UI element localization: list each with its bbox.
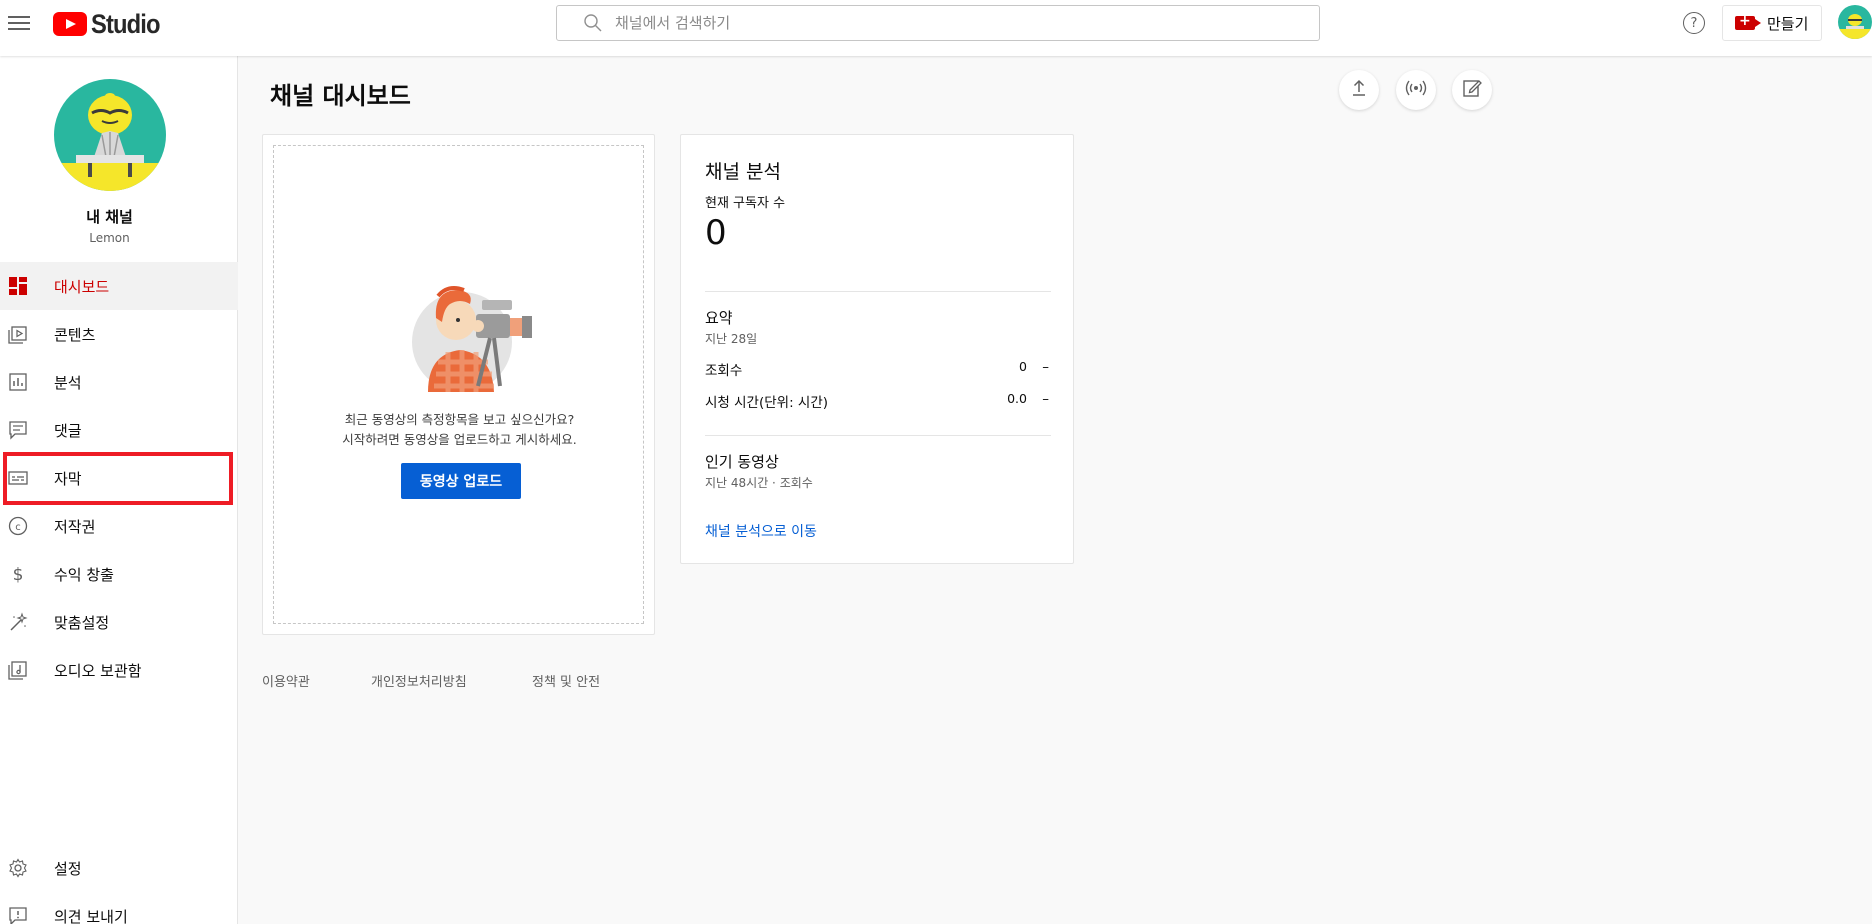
popular-videos-title: 인기 동영상 [705, 453, 779, 471]
create-post-button[interactable] [1452, 70, 1492, 110]
terms-link[interactable]: 이용약관 [262, 671, 310, 690]
channel-avatar[interactable] [54, 79, 166, 191]
summary-period: 지난 28일 [705, 332, 758, 346]
watch-time-trend: – [1042, 391, 1049, 407]
svg-text:$: $ [13, 565, 24, 584]
sidebar-item-label: 자막 [54, 469, 82, 488]
upload-dropzone: 최근 동영상의 측정항목을 보고 싶으신가요? 시작하려면 동영상을 업로드하고… [273, 145, 644, 624]
analytics-title: 채널 분석 [705, 161, 781, 183]
divider [705, 291, 1051, 292]
sidebar-item-settings[interactable]: 설정 [0, 844, 238, 892]
gear-icon [8, 858, 28, 878]
subtitles-icon [8, 468, 28, 488]
content-icon [8, 324, 28, 344]
audio-library-icon [8, 660, 28, 680]
upload-video-cta-button[interactable]: 동영상 업로드 [401, 463, 521, 499]
logo-text: Studio [91, 8, 161, 39]
privacy-link[interactable]: 개인정보처리방침 [371, 671, 467, 690]
go-to-analytics-link[interactable]: 채널 분석으로 이동 [705, 521, 817, 541]
studio-logo[interactable]: Studio [53, 8, 169, 39]
sidebar-item-copyright[interactable]: c 저작권 [0, 502, 238, 550]
channel-name: 내 채널 [86, 208, 133, 226]
sidebar-item-label: 의견 보내기 [54, 907, 128, 924]
sidebar-item-label: 콘텐츠 [54, 325, 96, 344]
account-avatar[interactable] [1838, 5, 1872, 39]
create-video-icon [1735, 13, 1761, 30]
upload-prompt-line2: 시작하려면 동영상을 업로드하고 게시하세요. [342, 432, 577, 447]
sidebar-item-label: 저작권 [54, 517, 96, 536]
views-row: 조회수 0 – [705, 359, 1051, 381]
magic-wand-icon [8, 612, 28, 632]
views-label: 조회수 [705, 363, 743, 379]
edit-icon [1462, 78, 1482, 102]
subscribers-count: 0 [705, 213, 727, 253]
create-button[interactable]: 만들기 [1722, 5, 1822, 41]
sidebar-item-dashboard[interactable]: 대시보드 [0, 262, 238, 310]
dollar-icon: $ [8, 564, 28, 584]
upload-video-button[interactable] [1339, 70, 1379, 110]
menu-icon[interactable] [8, 12, 30, 34]
sidebar-item-feedback[interactable]: 의견 보내기 [0, 892, 238, 924]
subscribers-label: 현재 구독자 수 [705, 196, 786, 211]
divider [705, 435, 1051, 436]
sidebar-item-label: 댓글 [54, 421, 82, 440]
comments-icon [8, 420, 28, 440]
sidebar-item-content[interactable]: 콘텐츠 [0, 310, 238, 358]
search-icon [575, 5, 611, 41]
live-broadcast-icon [1405, 78, 1427, 102]
channel-handle: Lemon [89, 231, 130, 245]
feedback-icon [8, 906, 28, 924]
sidebar-item-label: 대시보드 [54, 277, 110, 296]
upload-prompt-line1: 최근 동영상의 측정항목을 보고 싶으신가요? [344, 412, 575, 427]
page-title: 채널 대시보드 [270, 82, 411, 110]
views-trend: – [1042, 359, 1049, 375]
watch-time-label: 시청 시간(단위: 시간) [705, 395, 829, 411]
sidebar-item-label: 분석 [54, 373, 82, 392]
sidebar-item-label: 설정 [54, 859, 82, 878]
help-icon[interactable]: ? [1683, 12, 1705, 34]
copyright-icon: c [8, 516, 28, 536]
upload-icon [1349, 78, 1369, 102]
upload-card: 최근 동영상의 측정항목을 보고 싶으신가요? 시작하려면 동영상을 업로드하고… [262, 134, 655, 635]
watch-time-value: 0.0 [1007, 391, 1027, 406]
sidebar-item-monetization[interactable]: $ 수익 창출 [0, 550, 238, 598]
sidebar-item-label: 수익 창출 [54, 565, 114, 584]
policy-safety-link[interactable]: 정책 및 안전 [532, 671, 600, 690]
sidebar-item-comments[interactable]: 댓글 [0, 406, 238, 454]
summary-title: 요약 [705, 309, 733, 327]
dashboard-icon [8, 276, 28, 296]
sidebar-item-subtitles[interactable]: 자막 [0, 454, 238, 502]
analytics-icon [8, 372, 28, 392]
create-button-label: 만들기 [1767, 14, 1809, 33]
watch-time-row: 시청 시간(단위: 시간) 0.0 – [705, 391, 1051, 413]
camera-operator-illustration [408, 282, 538, 394]
search-input[interactable] [615, 8, 1255, 38]
sidebar-item-customization[interactable]: 맞춤설정 [0, 598, 238, 646]
sidebar: 내 채널 Lemon 대시보드 콘텐츠 분석 댓글 자막 c 저작권 $ 수익 … [0, 56, 238, 924]
top-header: Studio ? 만들기 [0, 0, 1872, 56]
popular-videos-caption: 지난 48시간 · 조회수 [705, 476, 813, 490]
sidebar-item-label: 오디오 보관함 [54, 661, 142, 680]
search-box[interactable] [556, 5, 1320, 41]
sidebar-item-audio-library[interactable]: 오디오 보관함 [0, 646, 238, 694]
sidebar-item-analytics[interactable]: 분석 [0, 358, 238, 406]
channel-analytics-card: 채널 분석 현재 구독자 수 0 요약 지난 28일 조회수 0 – 시청 시간… [680, 134, 1074, 564]
svg-text:c: c [15, 522, 21, 533]
go-live-button[interactable] [1396, 70, 1436, 110]
youtube-logo-icon [53, 12, 87, 36]
views-value: 0 [1019, 359, 1027, 374]
sidebar-item-label: 맞춤설정 [54, 613, 110, 632]
